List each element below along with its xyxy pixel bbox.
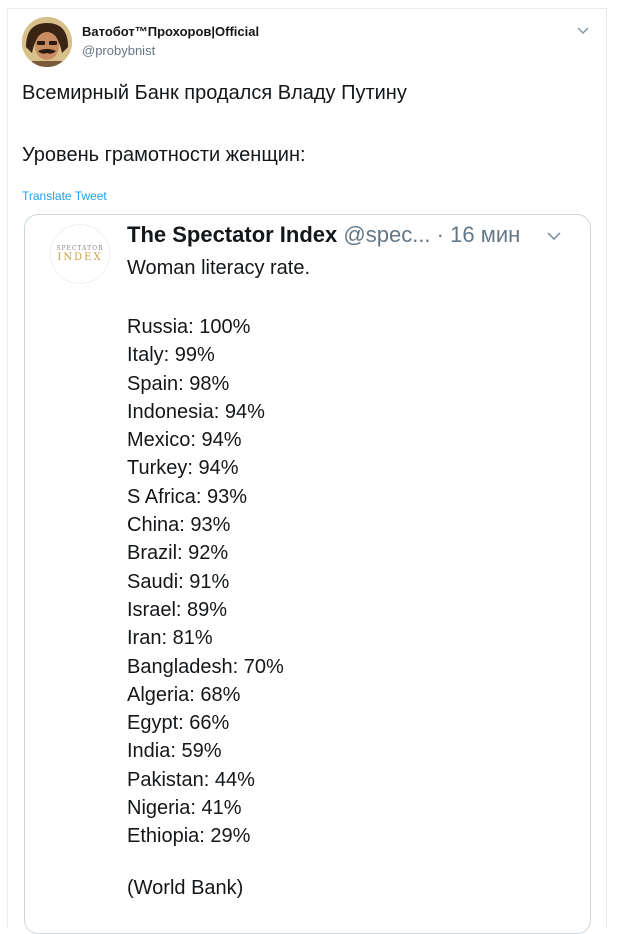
list-item: Pakistan: 44% xyxy=(127,768,255,791)
list-item: Turkey: 94% xyxy=(127,457,239,480)
list-item: Iran: 81% xyxy=(127,627,213,650)
quoted-avatar-logo-bottom: INDEX xyxy=(57,252,103,263)
quoted-chevron-down-icon[interactable] xyxy=(544,229,564,243)
quoted-author-name[interactable]: The Spectator Index xyxy=(127,222,337,247)
list-item: Spain: 98% xyxy=(127,372,230,395)
tweet-text-line-1: Всемирный Банк продался Владу Путину xyxy=(22,82,407,104)
quoted-author-handle[interactable]: @spec... xyxy=(343,222,430,247)
list-item: Bangladesh: 70% xyxy=(127,655,284,678)
list-item: Brazil: 92% xyxy=(127,542,229,565)
list-item: Ethiopia: 29% xyxy=(127,825,251,848)
list-item: Italy: 99% xyxy=(127,344,215,367)
literacy-list: Russia: 100% Italy: 99% Spain: 98% Indon… xyxy=(127,313,284,851)
quoted-source-text: (World Bank) xyxy=(127,877,244,899)
tweet-text-line-2: Уровень грамотности женщин: xyxy=(22,144,306,166)
translate-tweet-link[interactable]: Translate Tweet xyxy=(22,189,107,203)
list-item: Algeria: 68% xyxy=(127,683,241,706)
author-handle[interactable]: @probybnist xyxy=(82,43,155,58)
author-name[interactable]: Ватобот™Прохоров|Official xyxy=(82,24,259,39)
list-item: Mexico: 94% xyxy=(127,429,242,452)
list-item: India: 59% xyxy=(127,740,222,763)
quoted-tweet[interactable] xyxy=(24,214,591,934)
chevron-down-icon[interactable] xyxy=(575,22,591,38)
list-item: Russia: 100% xyxy=(127,316,251,338)
list-item: Israel: 89% xyxy=(127,598,228,621)
list-item: S Africa: 93% xyxy=(127,485,248,508)
quoted-intro-text: Woman literacy rate. xyxy=(127,257,311,279)
list-item: Nigeria: 41% xyxy=(127,797,242,820)
quoted-avatar[interactable]: SPECTATOR INDEX xyxy=(50,224,110,284)
author-avatar[interactable] xyxy=(22,17,72,67)
quoted-separator: · xyxy=(436,222,444,247)
list-item: China: 93% xyxy=(127,514,231,537)
list-item: Indonesia: 94% xyxy=(127,400,265,423)
quoted-header: The Spectator Index @spec... · 16 мин xyxy=(127,222,520,248)
list-item: Saudi: 91% xyxy=(127,570,230,593)
list-item: Egypt: 66% xyxy=(127,712,230,735)
quoted-timestamp[interactable]: 16 мин xyxy=(450,222,520,247)
quoted-avatar-logo-top: SPECTATOR xyxy=(56,245,104,252)
